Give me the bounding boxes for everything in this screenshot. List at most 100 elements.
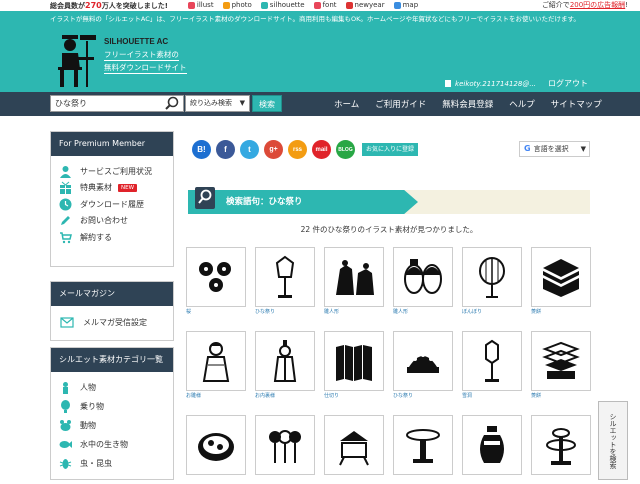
category-item-animals[interactable]: 動物 — [51, 416, 173, 435]
sidebar-item-service-status[interactable]: サービスご利用状況 — [51, 163, 173, 180]
facebook-icon[interactable]: f — [216, 140, 235, 159]
menu-guide[interactable]: ご利用ガイド — [375, 98, 426, 110]
pencil-icon — [61, 216, 70, 226]
result-card[interactable]: お内裏様 — [255, 331, 315, 400]
result-caption[interactable]: 桜 — [186, 308, 246, 316]
category-item-insects[interactable]: 虫・昆虫 — [51, 454, 173, 473]
site-header: イラストが無料の「シルエットAC」は、フリーイラスト素材のダウンロードサイト。商… — [0, 11, 640, 92]
result-card[interactable]: 菱餅 — [531, 247, 591, 316]
category-item-sea-creatures[interactable]: 水中の生き物 — [51, 435, 173, 454]
site-link-map[interactable]: map — [393, 0, 418, 11]
user-icon — [445, 80, 452, 87]
brand-name[interactable]: SILHOUETTE AC — [104, 37, 168, 46]
new-badge: NEW — [118, 183, 138, 192]
twitter-icon[interactable]: t — [240, 140, 259, 159]
result-card[interactable] — [186, 415, 246, 484]
result-card[interactable]: ひな祭り — [393, 331, 453, 400]
result-card[interactable]: 雪洞 — [462, 331, 522, 400]
result-card[interactable]: 菱餅 — [531, 331, 591, 400]
illust-icon — [187, 2, 195, 9]
result-caption[interactable]: 菱餅 — [531, 308, 591, 316]
menu-help[interactable]: ヘルプ — [509, 98, 535, 110]
google-plus-icon[interactable]: g+ — [264, 140, 283, 159]
result-caption[interactable]: ひな祭り — [393, 392, 453, 400]
stand-thumbnail — [406, 429, 440, 463]
result-caption[interactable]: ぼんぼり — [462, 308, 522, 316]
result-caption[interactable]: ひな祭り — [255, 308, 315, 316]
site-link-photo[interactable]: photo — [222, 0, 252, 11]
menu-register[interactable]: 無料会員登録 — [442, 98, 493, 110]
result-card[interactable]: 仕切り — [324, 331, 384, 400]
translate-select[interactable]: G 言語を選択 ▼ — [519, 141, 590, 157]
sidebar-item-bonus[interactable]: 特典素材 NEW — [51, 180, 173, 197]
narrow-search-select[interactable]: 絞り込み検索 ▼ — [185, 95, 250, 112]
result-caption[interactable] — [393, 476, 453, 484]
category-item-vehicles[interactable]: 乗り物 — [51, 397, 173, 416]
result-caption[interactable] — [324, 476, 384, 484]
ad-reward-link[interactable]: 200円の広告報酬 — [570, 1, 625, 9]
result-card[interactable] — [462, 415, 522, 484]
result-card[interactable] — [393, 415, 453, 484]
mail-box-title: メールマガジン — [51, 282, 173, 306]
result-card[interactable] — [255, 415, 315, 484]
result-card[interactable] — [324, 415, 384, 484]
sidebar-item-cancel[interactable]: 解約する — [51, 229, 173, 246]
result-caption[interactable] — [186, 476, 246, 484]
result-card[interactable]: 雛人形 — [393, 247, 453, 316]
silhouette-search-tab[interactable]: シルエットを検索 — [598, 401, 628, 480]
top-strip: 総会員数が270万人を突破しました! illust photo silhouet… — [0, 0, 640, 11]
bonbori-thumbnail — [479, 257, 505, 298]
result-card[interactable] — [531, 415, 591, 484]
blog-icon[interactable]: BLOG — [336, 140, 355, 159]
nav-bar: ひな祭り 絞り込み検索 ▼ 検索 ホーム ご利用ガイド 無料会員登録 ヘルプ サイ… — [0, 92, 640, 116]
fish-icon — [59, 441, 72, 448]
hina-faces-thumbnail — [404, 259, 442, 294]
result-card[interactable]: お雛様 — [186, 331, 246, 400]
search-button[interactable]: 検索 — [252, 95, 282, 112]
result-caption[interactable]: 雛人形 — [393, 308, 453, 316]
result-caption[interactable]: 菱餅 — [531, 392, 591, 400]
add-favorite-button[interactable]: お気に入りに登録 — [362, 143, 419, 156]
mail-share-icon[interactable]: mail — [312, 140, 331, 159]
tagline-line-2: 無料ダウンロードサイト — [104, 63, 187, 74]
tiered-stand-thumbnail — [546, 428, 576, 465]
member-count-text: 総会員数が270万人を突破しました! — [50, 1, 168, 10]
result-caption[interactable]: 仕切り — [324, 392, 384, 400]
site-link-newyear[interactable]: newyear — [345, 0, 385, 11]
search-icon[interactable] — [164, 96, 180, 111]
result-caption[interactable]: お雛様 — [186, 392, 246, 400]
tagline-line-1: フリーイラスト素材の — [104, 50, 179, 61]
category-item-people[interactable]: 人物 — [51, 378, 173, 397]
hina-arare-thumbnail — [339, 431, 369, 466]
result-card[interactable]: ぼんぼり — [462, 247, 522, 316]
hatena-bookmark-icon[interactable]: B! — [192, 140, 211, 159]
result-caption[interactable]: 雛人形 — [324, 308, 384, 316]
sidebar-item-mail-settings[interactable]: メルマガ受信設定 — [51, 314, 173, 331]
menu-home[interactable]: ホーム — [334, 98, 359, 110]
username[interactable]: keikoty.211714128@... — [455, 80, 536, 88]
site-link-font[interactable]: font — [313, 0, 337, 11]
mail-icon — [60, 317, 74, 328]
site-link-illust[interactable]: illust — [187, 0, 214, 11]
result-caption[interactable] — [255, 476, 315, 484]
result-card[interactable]: 桜 — [186, 247, 246, 316]
result-caption[interactable]: 雪洞 — [462, 392, 522, 400]
silhouette-icon — [260, 2, 268, 9]
menu-sitemap[interactable]: サイトマップ — [551, 98, 602, 110]
hishimochi-stack-thumbnail — [542, 341, 580, 379]
sidebar-item-contact[interactable]: お問い合わせ — [51, 213, 173, 230]
person-icon — [63, 382, 68, 394]
logo-figure-icon[interactable] — [56, 31, 100, 87]
site-link-silhouette[interactable]: silhouette — [260, 0, 305, 11]
result-caption[interactable] — [531, 476, 591, 484]
search-result-heading: 検索語句：ひな祭り — [188, 187, 590, 217]
logout-link[interactable]: ログアウト — [548, 78, 588, 89]
ad-reward-text: ご紹介で200円の広告報酬! — [541, 1, 628, 9]
result-caption[interactable]: お内裏様 — [255, 392, 315, 400]
sidebar-item-download-history[interactable]: ダウンロード履歴 — [51, 196, 173, 213]
result-card[interactable]: 雛人形 — [324, 247, 384, 316]
chevron-down-icon: ▼ — [580, 145, 586, 153]
result-caption[interactable] — [462, 476, 522, 484]
rss-icon[interactable]: rss — [288, 140, 307, 159]
result-card[interactable]: ひな祭り — [255, 247, 315, 316]
